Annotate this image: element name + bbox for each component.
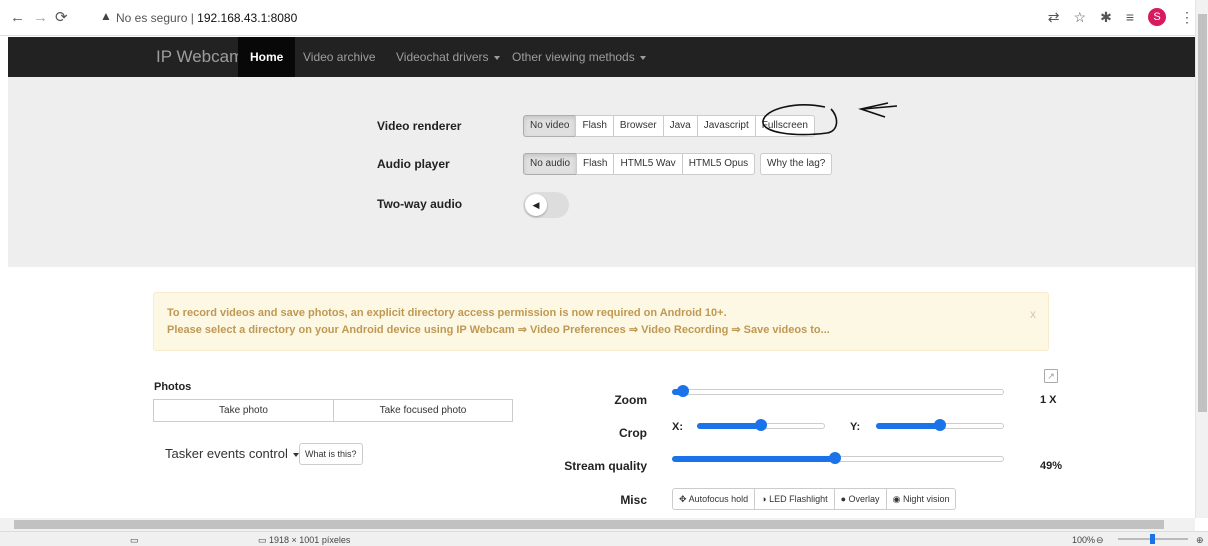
crosshair-icon: ✥ (679, 494, 687, 504)
address-bar[interactable]: ▲ No es seguro | 192.168.43.1:8080 (86, 6, 1196, 30)
settings-panel: Video renderer No video Flash Browser Ja… (8, 77, 1195, 267)
autofocus-hold-button[interactable]: ✥ Autofocus hold (672, 488, 756, 510)
slider-handle[interactable] (677, 385, 689, 397)
slider-handle[interactable] (829, 452, 841, 464)
reading-list-icon[interactable]: ≡ (1126, 9, 1134, 25)
crop-y-label: Y: (850, 421, 861, 433)
audio-player-option[interactable]: HTML5 Wav (613, 153, 683, 175)
reload-icon[interactable]: ⟳ (55, 9, 68, 27)
video-renderer-option[interactable]: Browser (612, 115, 664, 137)
zoom-level: 100% (1072, 535, 1096, 545)
zoom-slider[interactable] (672, 385, 1004, 397)
half-circle-icon: ◑ (761, 494, 767, 504)
tasker-dropdown[interactable]: Tasker events control (165, 446, 299, 461)
url-text: 192.168.43.1:8080 (197, 11, 298, 25)
slider-handle[interactable] (934, 419, 946, 431)
browser-actions: ⇄ ☆ ✱ ≡ S ⋮ (1048, 8, 1194, 26)
horizontal-scrollbar[interactable] (0, 518, 1195, 531)
photos-title: Photos (154, 381, 192, 393)
translate-icon[interactable]: ⇄ (1048, 9, 1060, 26)
audio-player-group: No audio Flash HTML5 Wav HTML5 Opus (523, 153, 756, 175)
eye-icon: ◉ (892, 494, 901, 504)
chevron-down-icon (493, 55, 500, 60)
selection-icon: ▭ (130, 535, 139, 545)
night-vision-button[interactable]: ◉ Night vision (885, 488, 957, 510)
nav-home[interactable]: Home (238, 37, 296, 77)
video-renderer-option-fullscreen[interactable]: Fullscreen (754, 115, 815, 137)
chevron-down-icon (292, 452, 299, 457)
image-dimensions: ▭ 1918 × 1001 píxeles (258, 535, 351, 545)
why-the-lag-button[interactable]: Why the lag? (760, 153, 833, 175)
browser-toolbar: ← → ⟳ ▲ No es seguro | 192.168.43.1:8080… (0, 0, 1208, 36)
misc-buttons: ✥ Autofocus hold ◑ LED Flashlight ● Over… (672, 488, 957, 510)
zoom-in-icon[interactable]: ⊕ (1196, 535, 1204, 546)
alert-close-button[interactable]: x (1030, 307, 1036, 321)
crop-x-slider[interactable] (697, 419, 825, 431)
what-is-this-button[interactable]: What is this? (299, 443, 363, 465)
scrollbar-thumb[interactable] (1198, 14, 1207, 412)
audio-player-label: Audio player (377, 157, 450, 171)
scrollbar-thumb[interactable] (14, 520, 1164, 529)
external-link-icon[interactable]: ↗ (1044, 369, 1058, 383)
app-navbar: IP Webcam Home Video archive Videochat d… (8, 37, 1195, 77)
more-menu-icon[interactable]: ⋮ (1180, 9, 1194, 26)
security-warning-text: No es seguro (116, 11, 188, 25)
zoom-label: Zoom (614, 393, 647, 407)
stream-quality-slider[interactable] (672, 452, 1004, 464)
extensions-puzzle-icon[interactable]: ✱ (1100, 9, 1112, 26)
slider-handle[interactable] (1150, 534, 1155, 544)
alert-text-line2: Please select a directory on your Androi… (167, 324, 830, 336)
bookmark-star-icon[interactable]: ☆ (1074, 9, 1087, 26)
chevron-down-icon (639, 55, 646, 60)
nav-other-viewing-methods[interactable]: Other viewing methods (512, 37, 646, 77)
misc-label: Misc (620, 493, 647, 507)
video-renderer-option[interactable]: No video (523, 115, 577, 137)
slider-fill (697, 423, 760, 429)
stream-quality-value: 49% (1040, 460, 1063, 472)
megaphone-icon: ◀ (525, 194, 547, 216)
led-flashlight-button[interactable]: ◑ LED Flashlight (754, 488, 835, 510)
take-focused-photo-button[interactable]: Take focused photo (333, 399, 513, 422)
two-way-audio-toggle[interactable]: ◀ (523, 192, 569, 218)
video-renderer-option[interactable]: Flash (575, 115, 614, 137)
video-renderer-label: Video renderer (377, 119, 462, 133)
stream-quality-label: Stream quality (564, 459, 647, 473)
info-icon: ● (840, 494, 847, 504)
video-renderer-option[interactable]: Javascript (696, 115, 756, 137)
brand-logo[interactable]: IP Webcam (156, 47, 243, 67)
crop-x-label: X: (672, 421, 683, 433)
two-way-audio-label: Two-way audio (377, 197, 463, 211)
audio-player-option[interactable]: HTML5 Opus (681, 153, 756, 175)
video-renderer-group: No video Flash Browser Java Javascript F… (523, 115, 815, 137)
warning-icon: ▲ (100, 9, 112, 23)
vertical-scrollbar[interactable] (1195, 0, 1208, 518)
crop-label: Crop (619, 426, 647, 440)
nav-videochat-drivers[interactable]: Videochat drivers (396, 37, 500, 77)
video-renderer-option[interactable]: Java (662, 115, 698, 137)
permission-alert: To record videos and save photos, an exp… (153, 292, 1049, 351)
slider-fill (876, 423, 939, 429)
status-bar: ▭ ▭ 1918 × 1001 píxeles 100% ⊖ ⊕ (0, 531, 1208, 546)
slider-fill (672, 456, 834, 462)
crop-y-slider[interactable] (876, 419, 1004, 431)
back-arrow-icon[interactable]: ← (10, 9, 25, 27)
take-photo-button[interactable]: Take photo (153, 399, 334, 422)
nav-video-archive[interactable]: Video archive (303, 37, 376, 77)
zoom-value: 1 X (1040, 394, 1057, 406)
slider-handle[interactable] (755, 419, 767, 431)
alert-text-line1: To record videos and save photos, an exp… (167, 307, 727, 319)
forward-arrow-icon[interactable]: → (33, 9, 48, 27)
overlay-button[interactable]: ● Overlay (833, 488, 887, 510)
audio-player-option[interactable]: No audio (523, 153, 578, 175)
audio-player-option[interactable]: Flash (576, 153, 615, 175)
profile-avatar[interactable]: S (1148, 8, 1166, 26)
zoom-out-icon[interactable]: ⊖ (1096, 535, 1104, 546)
